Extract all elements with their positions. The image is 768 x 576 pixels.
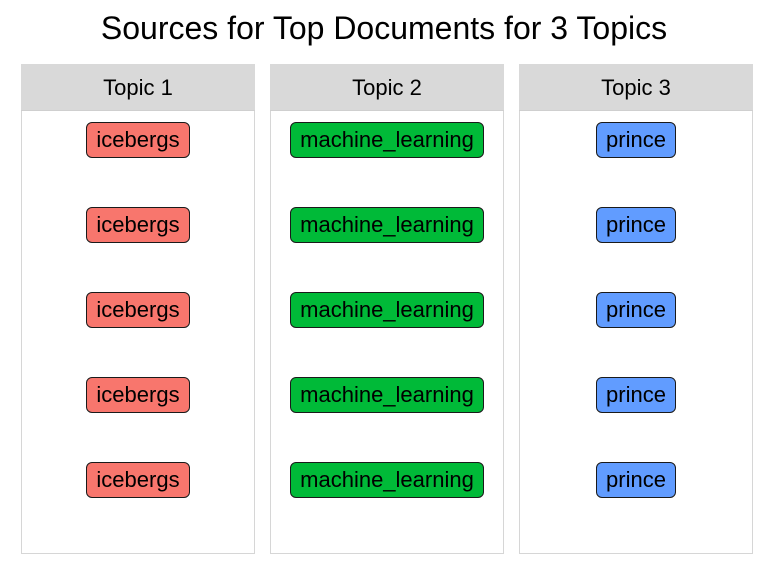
source-label-topic-2-row-1: machine_learning — [290, 122, 484, 158]
source-label-topic-3-row-4: prince — [596, 377, 676, 413]
source-label-topic-3-row-3: prince — [596, 292, 676, 328]
source-label-topic-1-row-2: icebergs — [86, 207, 190, 243]
source-label-topic-3-row-2: prince — [596, 207, 676, 243]
source-label-topic-2-row-4: machine_learning — [290, 377, 484, 413]
panel-header-topic-1: Topic 1 — [21, 64, 255, 111]
source-label-topic-2-row-3: machine_learning — [290, 292, 484, 328]
panel-topic-2: Topic 2 machine_learning machine_learning… — [270, 64, 504, 554]
panel-topic-1: Topic 1 icebergs icebergs icebergs icebergs… — [21, 64, 255, 554]
source-label-topic-2-row-5: machine_learning — [290, 462, 484, 498]
source-label-topic-1-row-1: icebergs — [86, 122, 190, 158]
source-label-topic-3-row-1: prince — [596, 122, 676, 158]
source-label-topic-3-row-5: prince — [596, 462, 676, 498]
panel-header-topic-3: Topic 3 — [519, 64, 753, 111]
source-label-topic-1-row-4: icebergs — [86, 377, 190, 413]
source-label-topic-2-row-2: machine_learning — [290, 207, 484, 243]
panel-header-topic-2: Topic 2 — [270, 64, 504, 111]
source-label-topic-1-row-5: icebergs — [86, 462, 190, 498]
source-label-topic-1-row-3: icebergs — [86, 292, 190, 328]
panel-topic-3: Topic 3 prince prince prince prince prince — [519, 64, 753, 554]
chart-title: Sources for Top Documents for 3 Topics — [100, 10, 668, 46]
